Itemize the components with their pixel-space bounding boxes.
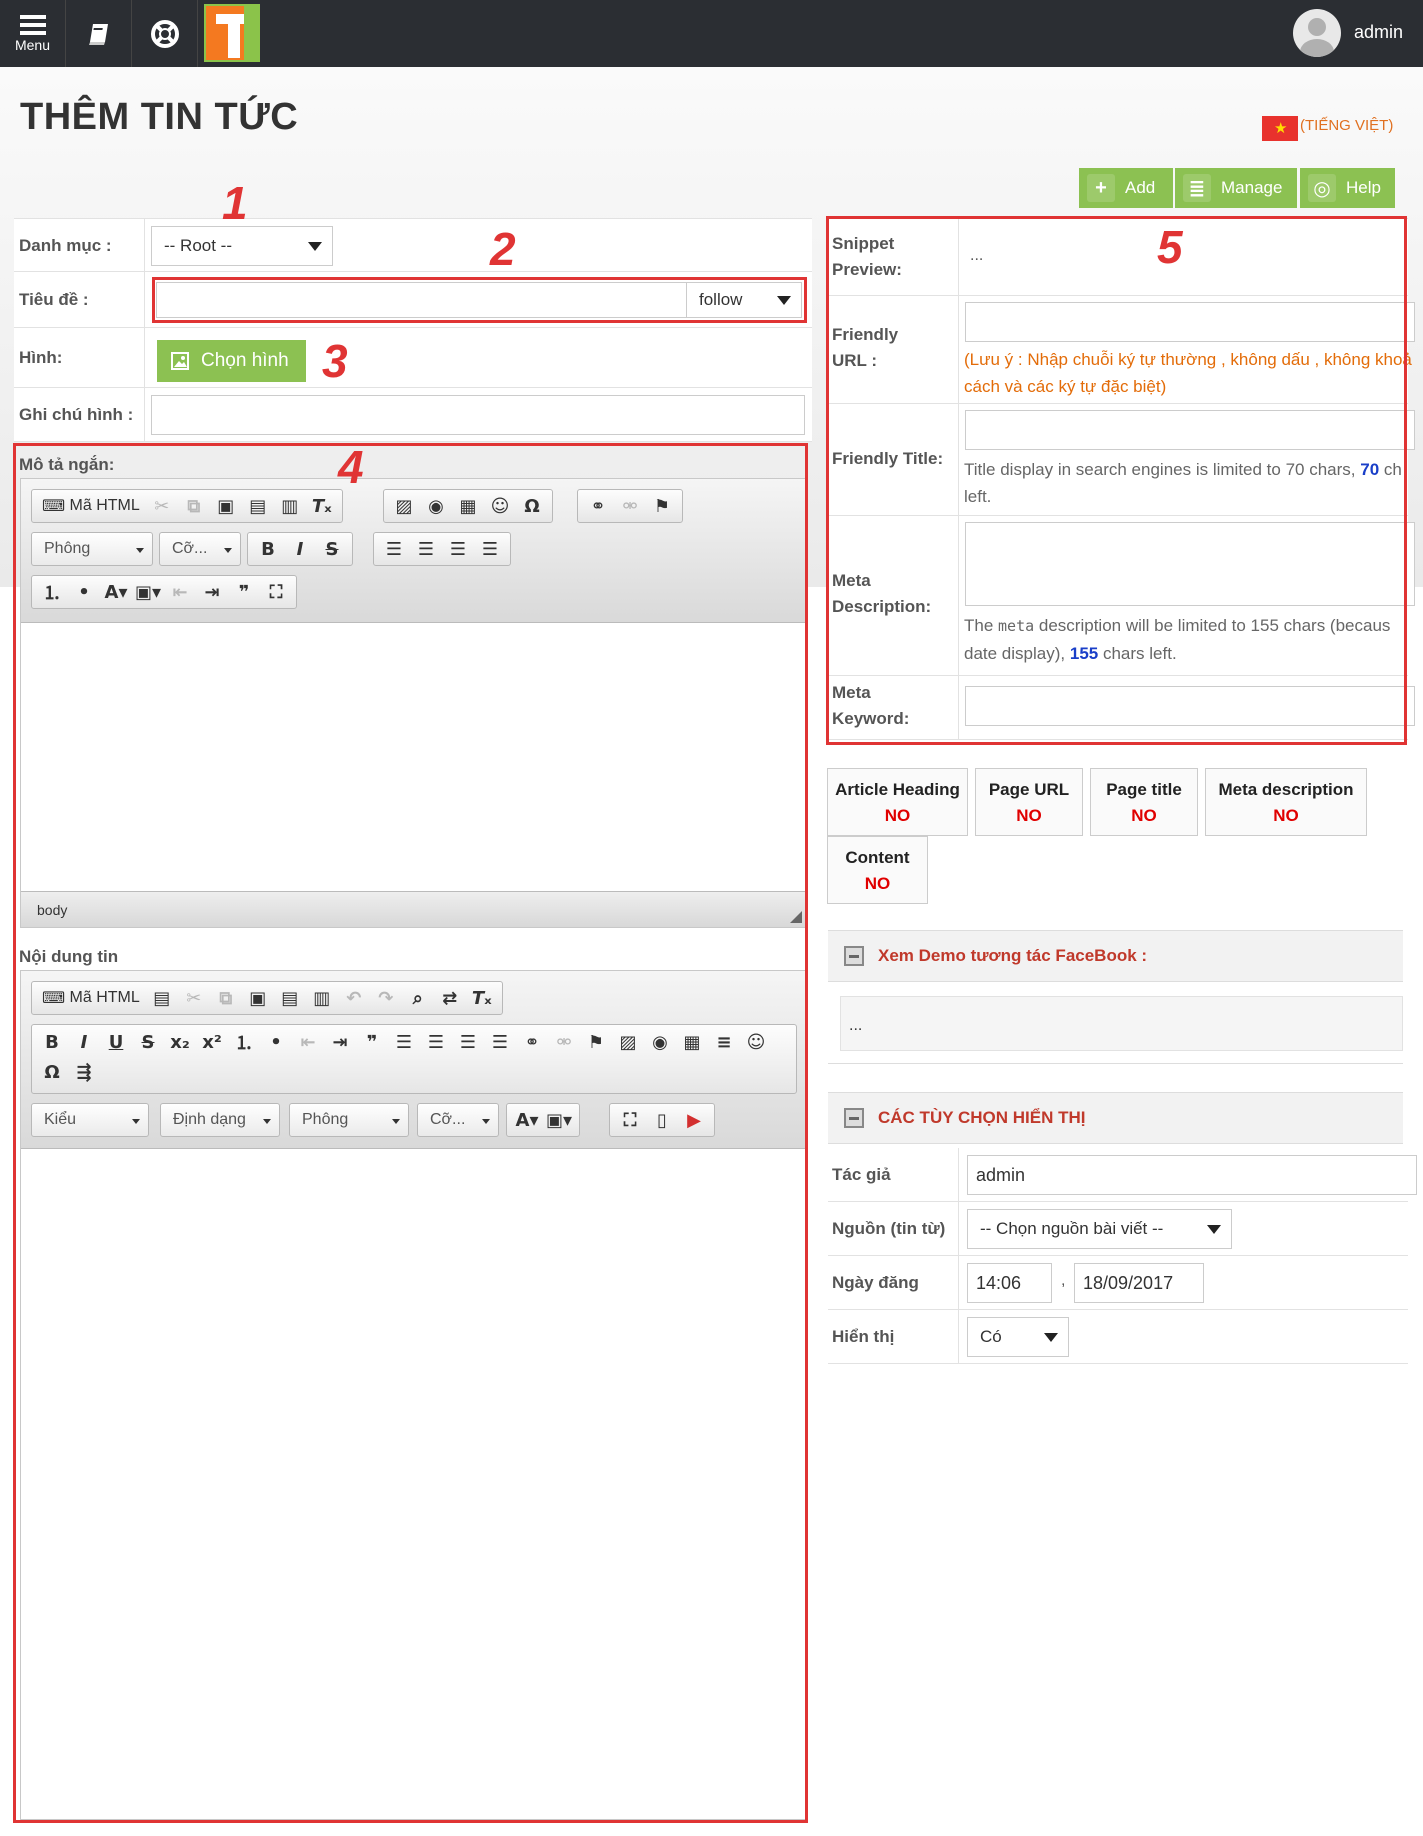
menu-label: Menu	[14, 36, 51, 53]
user-avatar[interactable]	[1293, 9, 1341, 57]
annotation-number-5: 5	[1157, 221, 1183, 273]
category-label: Danh mục :	[19, 236, 112, 255]
date-label: Ngày đăng	[832, 1273, 919, 1292]
title-label: Tiêu đề :	[19, 290, 89, 309]
annotation-box-2	[152, 277, 807, 323]
check-page-url: Page URL NO	[975, 768, 1083, 836]
source-select[interactable]: -- Chọn nguồn bài viết --	[967, 1209, 1232, 1249]
image-row: Hình: Chọn hình	[14, 328, 812, 388]
top-navbar: Menu admin	[0, 0, 1423, 67]
chevron-down-icon	[1044, 1333, 1058, 1342]
facebook-panel-title: Xem Demo tương tác FaceBook :	[878, 946, 1148, 965]
category-row: Danh mục : -- Root --	[14, 218, 812, 272]
source-label: Nguồn (tin từ)	[832, 1219, 946, 1238]
plus-icon: +	[1087, 174, 1115, 202]
check-article-heading: Article Heading NO	[827, 768, 968, 836]
display-options-title: CÁC TÙY CHỌN HIỂN THỊ	[878, 1108, 1086, 1127]
choose-image-button[interactable]: Chọn hình	[157, 340, 306, 382]
source-row: Nguồn (tin từ) -- Chọn nguồn bài viết --	[828, 1202, 1408, 1256]
date-separator: ,	[1061, 1272, 1066, 1289]
vietnam-flag-icon[interactable]: ★	[1262, 116, 1298, 141]
category-value: -- Root --	[164, 236, 232, 255]
manage-button[interactable]: ≣ Manage	[1175, 168, 1297, 208]
manage-label: Manage	[1221, 178, 1283, 197]
book-icon	[88, 23, 108, 45]
username[interactable]: admin	[1354, 22, 1403, 43]
docs-button[interactable]	[66, 0, 132, 67]
author-row: Tác giả admin	[828, 1148, 1417, 1202]
check-meta-description: Meta description NO	[1205, 768, 1367, 836]
source-value: -- Chọn nguồn bài viết --	[980, 1219, 1164, 1238]
time-input[interactable]: 14:06	[967, 1263, 1052, 1303]
facebook-preview: ...	[840, 996, 1403, 1051]
visible-value: Có	[980, 1327, 1002, 1346]
check-content: Content NO	[827, 836, 928, 904]
brand-logo[interactable]	[204, 4, 260, 62]
menu-button[interactable]: Menu	[0, 0, 66, 67]
image-note-row: Ghi chú hình :	[14, 388, 812, 442]
image-label: Hình:	[19, 348, 63, 367]
date-input[interactable]: 18/09/2017	[1074, 1263, 1204, 1303]
chevron-down-icon	[308, 242, 322, 251]
choose-image-label: Chọn hình	[201, 350, 289, 371]
check-page-title: Page title NO	[1090, 768, 1198, 836]
collapse-icon[interactable]	[844, 946, 864, 966]
annotation-number-3: 3	[322, 335, 348, 387]
lifebuoy-icon	[150, 19, 179, 48]
add-button[interactable]: + Add	[1079, 168, 1173, 208]
support-button[interactable]	[132, 0, 198, 67]
author-input[interactable]: admin	[967, 1155, 1417, 1195]
language-label[interactable]: (TIẾNG VIỆT)	[1300, 117, 1393, 134]
image-note-label: Ghi chú hình :	[19, 405, 134, 424]
page-title: THÊM TIN TỨC	[20, 96, 299, 138]
help-button[interactable]: ◎ Help	[1300, 168, 1395, 208]
collapse-icon[interactable]	[844, 1108, 864, 1128]
display-options-header[interactable]: CÁC TÙY CHỌN HIỂN THỊ	[828, 1092, 1403, 1144]
visible-row: Hiển thị Có	[828, 1310, 1408, 1364]
facebook-panel-body: ...	[828, 982, 1403, 1064]
date-row: Ngày đăng 14:06 , 18/09/2017	[828, 1256, 1408, 1310]
image-icon	[171, 352, 189, 370]
annotation-number-2: 2	[490, 223, 516, 275]
chevron-down-icon	[1207, 1225, 1221, 1234]
annotation-box-4	[13, 443, 808, 1823]
menu-icon	[19, 14, 46, 35]
visible-label: Hiển thị	[832, 1327, 895, 1346]
facebook-panel-header[interactable]: Xem Demo tương tác FaceBook :	[828, 930, 1403, 982]
add-label: Add	[1125, 178, 1156, 197]
category-select[interactable]: -- Root --	[151, 226, 333, 266]
annotation-number-1: 1	[222, 177, 248, 229]
author-label: Tác giả	[832, 1165, 891, 1184]
image-note-input[interactable]	[151, 395, 805, 435]
annotation-number-4: 4	[338, 441, 364, 493]
annotation-box-5	[826, 216, 1407, 745]
help-label: Help	[1346, 178, 1381, 197]
visible-select[interactable]: Có	[967, 1317, 1069, 1357]
lifebuoy-icon: ◎	[1308, 174, 1336, 202]
list-icon: ≣	[1183, 174, 1211, 202]
